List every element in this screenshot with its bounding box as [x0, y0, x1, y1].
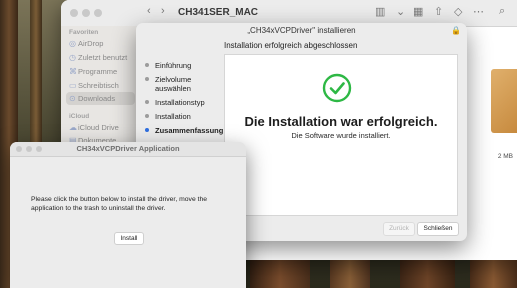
step-bullet-icon [145, 77, 149, 81]
app-titlebar: CH34xVCPDriver Application [10, 142, 246, 157]
view-options-icon[interactable]: ⌄ [396, 5, 405, 18]
step-active-bullet-icon [145, 128, 149, 132]
back-button[interactable]: Zurück [383, 222, 415, 236]
cloud-icon: ☁ [69, 123, 77, 132]
back-icon[interactable]: ‹ [147, 5, 151, 17]
close-button[interactable]: Schließen [417, 222, 459, 236]
desktop-icon: ▭ [69, 81, 77, 90]
clock-icon: ◷ [69, 53, 76, 62]
search-icon[interactable]: ⌕ [499, 5, 505, 18]
finder-window-title: CH341SER_MAC [178, 7, 259, 18]
sidebar-item-desktop[interactable]: ▭Schreibtisch [66, 79, 135, 92]
step-installation: Installation [145, 112, 225, 121]
file-size: 2 MB [497, 153, 513, 160]
sidebar-item-icloud-drive[interactable]: ☁iCloud Drive [66, 121, 135, 134]
applications-icon: ⌘ [69, 67, 77, 76]
minimize-window-button[interactable] [82, 9, 90, 17]
lock-icon: 🔒 [451, 26, 461, 35]
installer-steps: Einführung Zielvolume auswählen Installa… [145, 61, 225, 140]
zoom-window-button[interactable] [94, 9, 102, 17]
installer-content-panel: Die Installation war erfolgreich. Die So… [224, 54, 458, 216]
sidebar-item-applications[interactable]: ⌘Programme [66, 65, 135, 78]
download-icon: ⊙ [69, 94, 76, 103]
step-bullet-icon [145, 100, 149, 104]
step-destination: Zielvolume auswählen [145, 75, 225, 93]
airdrop-icon: ◎ [69, 39, 76, 48]
sidebar-icloud-heading: iCloud [69, 113, 90, 120]
success-heading: Die Installation war erfolgreich. [244, 114, 438, 129]
installer-title: „CH34xVCPDriver" installieren [247, 26, 356, 35]
sidebar-item-airdrop[interactable]: ◎ AirDrop [66, 37, 135, 50]
view-columns-icon[interactable]: ▥ [375, 5, 385, 18]
install-instructions: Please click the button below to install… [31, 196, 208, 212]
more-icon[interactable]: ⋯ [473, 5, 484, 18]
step-introduction: Einführung [145, 61, 225, 70]
package-icon[interactable] [491, 69, 517, 133]
step-installation-type: Installationstyp [145, 98, 225, 107]
sidebar-item-recents[interactable]: ◷ Zuletzt benutzt [66, 51, 135, 64]
close-window-button[interactable] [70, 9, 78, 17]
driver-app-window: CH34xVCPDriver Application Please click … [10, 142, 246, 288]
install-button[interactable]: Install [114, 232, 144, 245]
group-icon[interactable]: ▦ [413, 5, 423, 18]
step-summary: Zusammenfassung [145, 126, 225, 135]
tag-icon[interactable]: ◇ [454, 5, 462, 18]
installer-titlebar: „CH34xVCPDriver" installieren 🔒 [136, 23, 467, 41]
app-window-title: CH34xVCPDriver Application [76, 144, 180, 153]
step-bullet-icon [145, 63, 149, 67]
sidebar-item-downloads[interactable]: ⊙ Downloads [66, 92, 135, 105]
success-checkmark-icon [322, 73, 352, 103]
installer-subtitle: Installation erfolgreich abgeschlossen [224, 41, 358, 50]
sidebar-favorites-heading: Favoriten [69, 29, 99, 36]
step-bullet-icon [145, 114, 149, 118]
forward-icon[interactable]: › [161, 5, 165, 17]
share-icon[interactable]: ⇧ [434, 5, 443, 18]
success-text: Die Software wurde installiert. [291, 131, 391, 140]
